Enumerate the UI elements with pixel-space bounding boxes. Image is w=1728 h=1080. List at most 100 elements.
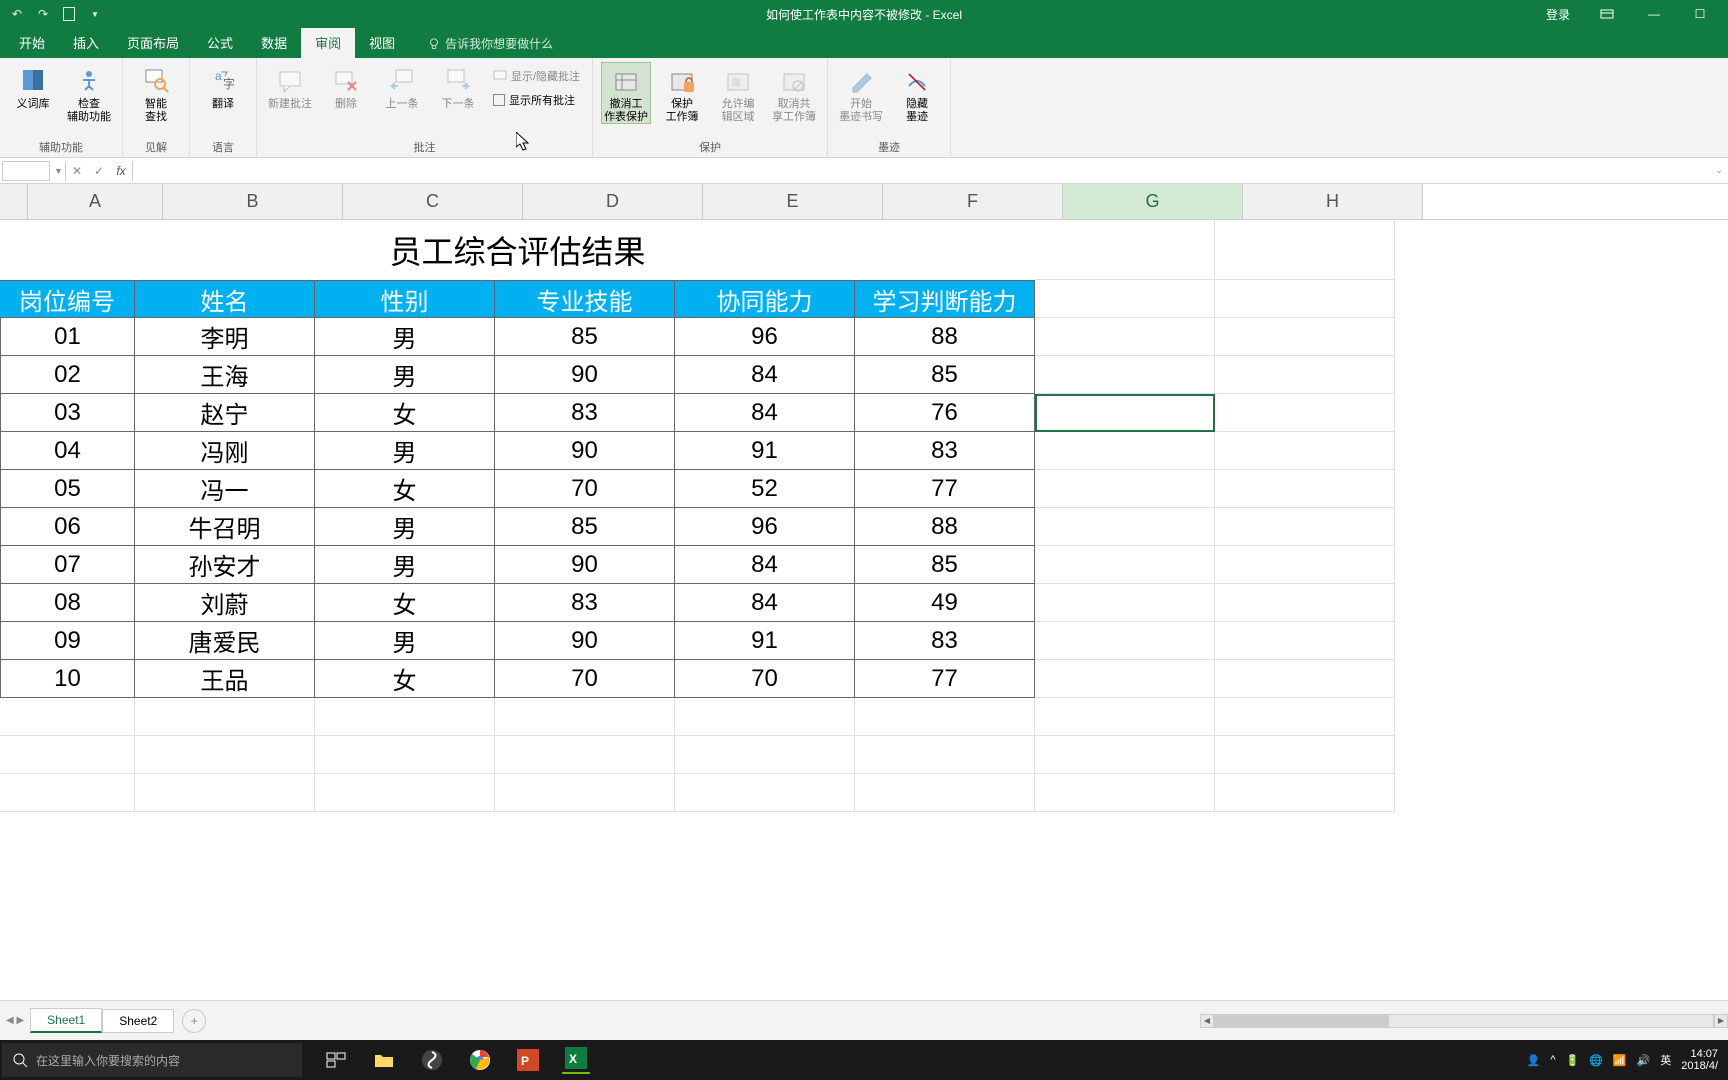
name-box[interactable] [2, 161, 50, 181]
cell[interactable] [1215, 774, 1395, 812]
data-cell[interactable]: 83 [495, 584, 675, 622]
col-header-D[interactable]: D [523, 184, 703, 219]
cell[interactable] [495, 774, 675, 812]
cell[interactable] [1035, 546, 1215, 584]
cell[interactable] [1215, 736, 1395, 774]
cell[interactable] [1035, 698, 1215, 736]
name-box-dropdown[interactable]: ▼ [52, 161, 66, 181]
data-cell[interactable]: 84 [675, 546, 855, 584]
show-all-comments-button[interactable]: 显示所有批注 [489, 90, 584, 110]
cell[interactable] [1215, 220, 1395, 280]
select-all-corner[interactable] [0, 184, 28, 219]
data-cell[interactable]: 70 [495, 470, 675, 508]
data-cell[interactable]: 男 [315, 508, 495, 546]
data-cell[interactable]: 07 [0, 546, 135, 584]
cell[interactable] [1215, 622, 1395, 660]
cell[interactable] [675, 736, 855, 774]
fx-icon[interactable]: fx [110, 164, 132, 178]
cell[interactable] [1215, 432, 1395, 470]
data-cell[interactable]: 96 [675, 318, 855, 356]
cell[interactable] [1215, 508, 1395, 546]
cell[interactable] [1215, 698, 1395, 736]
cell[interactable] [135, 736, 315, 774]
tab-data[interactable]: 数据 [247, 27, 301, 58]
data-cell[interactable]: 85 [495, 318, 675, 356]
cell[interactable] [135, 698, 315, 736]
data-cell[interactable]: 85 [495, 508, 675, 546]
header-cell[interactable]: 专业技能 [495, 280, 675, 318]
data-cell[interactable]: 83 [495, 394, 675, 432]
data-cell[interactable]: 男 [315, 546, 495, 584]
cell[interactable] [1215, 318, 1395, 356]
data-cell[interactable]: 男 [315, 318, 495, 356]
powerpoint-icon[interactable]: P [514, 1046, 542, 1074]
data-cell[interactable]: 06 [0, 508, 135, 546]
data-cell[interactable]: 女 [315, 470, 495, 508]
cell[interactable] [1035, 774, 1215, 812]
cell[interactable] [1215, 546, 1395, 584]
data-cell[interactable]: 王海 [135, 356, 315, 394]
col-header-A[interactable]: A [28, 184, 163, 219]
network-icon[interactable]: 🌐 [1589, 1054, 1603, 1067]
thesaurus-button[interactable]: 义词库 [8, 62, 58, 111]
data-cell[interactable]: 03 [0, 394, 135, 432]
cell[interactable] [495, 736, 675, 774]
redo-icon[interactable]: ↷ [36, 7, 50, 21]
data-cell[interactable]: 90 [495, 356, 675, 394]
data-cell[interactable]: 唐爱民 [135, 622, 315, 660]
data-cell[interactable]: 04 [0, 432, 135, 470]
cell[interactable] [855, 774, 1035, 812]
cell[interactable] [1035, 318, 1215, 356]
hscroll-left-arrow[interactable]: ◀ [1200, 1014, 1214, 1028]
data-cell[interactable]: 91 [675, 432, 855, 470]
header-cell[interactable]: 性别 [315, 280, 495, 318]
data-cell[interactable]: 男 [315, 356, 495, 394]
add-sheet-button[interactable]: + [182, 1009, 206, 1033]
data-cell[interactable]: 70 [495, 660, 675, 698]
cell[interactable] [1215, 356, 1395, 394]
data-cell[interactable]: 85 [855, 356, 1035, 394]
undo-icon[interactable]: ↶ [10, 7, 24, 21]
col-header-H[interactable]: H [1243, 184, 1423, 219]
data-cell[interactable]: 09 [0, 622, 135, 660]
header-cell[interactable]: 岗位编号 [0, 280, 135, 318]
sogou-icon[interactable] [418, 1046, 446, 1074]
cell[interactable] [855, 736, 1035, 774]
sheet-tab-1[interactable]: Sheet1 [30, 1008, 102, 1033]
col-header-F[interactable]: F [883, 184, 1063, 219]
cell[interactable] [0, 698, 135, 736]
hscroll-thumb[interactable] [1215, 1015, 1389, 1027]
data-cell[interactable]: 刘蔚 [135, 584, 315, 622]
data-cell[interactable]: 女 [315, 394, 495, 432]
cell[interactable] [0, 736, 135, 774]
cell[interactable] [1035, 508, 1215, 546]
data-cell[interactable]: 01 [0, 318, 135, 356]
col-header-E[interactable]: E [703, 184, 883, 219]
data-cell[interactable]: 83 [855, 622, 1035, 660]
cell[interactable] [1035, 736, 1215, 774]
cell[interactable] [1035, 660, 1215, 698]
data-cell[interactable]: 05 [0, 470, 135, 508]
cell[interactable] [675, 698, 855, 736]
header-cell[interactable]: 姓名 [135, 280, 315, 318]
cell[interactable] [1215, 470, 1395, 508]
data-cell[interactable]: 84 [675, 394, 855, 432]
tab-insert[interactable]: 插入 [59, 27, 113, 58]
data-cell[interactable]: 91 [675, 622, 855, 660]
data-cell[interactable]: 70 [675, 660, 855, 698]
data-cell[interactable]: 牛召明 [135, 508, 315, 546]
tab-home[interactable]: 开始 [5, 27, 59, 58]
expand-formula-bar-icon[interactable]: ⌄ [1710, 165, 1728, 176]
new-file-icon[interactable] [62, 7, 76, 21]
translate-button[interactable]: a字 翻译 [198, 62, 248, 111]
header-cell[interactable]: 协同能力 [675, 280, 855, 318]
data-cell[interactable]: 88 [855, 318, 1035, 356]
data-cell[interactable]: 女 [315, 660, 495, 698]
hscroll-right-arrow[interactable]: ▶ [1714, 1014, 1728, 1028]
tray-clock[interactable]: 14:07 2018/4/ [1681, 1048, 1718, 1072]
data-cell[interactable]: 83 [855, 432, 1035, 470]
cell[interactable] [0, 774, 135, 812]
data-cell[interactable]: 冯刚 [135, 432, 315, 470]
cell[interactable] [1215, 280, 1395, 318]
col-header-C[interactable]: C [343, 184, 523, 219]
